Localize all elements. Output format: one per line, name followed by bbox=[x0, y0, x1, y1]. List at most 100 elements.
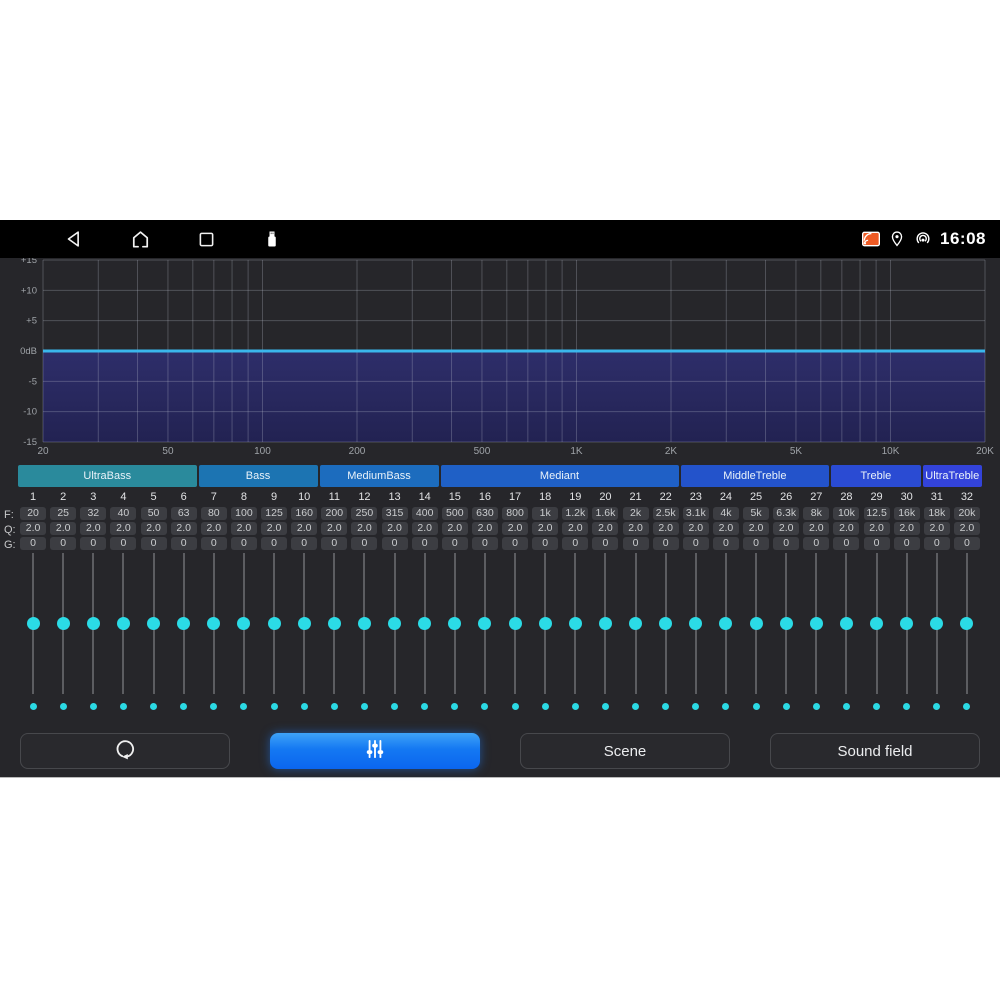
band-indicator-dot[interactable] bbox=[210, 703, 217, 710]
band-indicator-dot[interactable] bbox=[843, 703, 850, 710]
band-indicator-dot[interactable] bbox=[481, 703, 488, 710]
band-indicator-dot[interactable] bbox=[30, 703, 37, 710]
band-indicator-dot[interactable] bbox=[120, 703, 127, 710]
slider-thumb[interactable] bbox=[117, 617, 130, 630]
slider-thumb[interactable] bbox=[478, 617, 491, 630]
gain-slider[interactable] bbox=[229, 553, 259, 694]
slider-thumb[interactable] bbox=[569, 617, 582, 630]
band-indicator-dot[interactable] bbox=[451, 703, 458, 710]
band-group-bass[interactable]: Bass bbox=[199, 465, 318, 487]
gain-slider[interactable] bbox=[410, 553, 440, 694]
gain-slider[interactable] bbox=[440, 553, 470, 694]
gain-slider[interactable] bbox=[199, 553, 229, 694]
back-icon[interactable] bbox=[62, 227, 86, 251]
band-indicator-dot[interactable] bbox=[361, 703, 368, 710]
gain-slider[interactable] bbox=[831, 553, 861, 694]
band-indicator-dot[interactable] bbox=[301, 703, 308, 710]
band-group-treble[interactable]: Treble bbox=[831, 465, 920, 487]
gain-slider[interactable] bbox=[470, 553, 500, 694]
slider-thumb[interactable] bbox=[719, 617, 732, 630]
band-indicator-dot[interactable] bbox=[783, 703, 790, 710]
gain-slider[interactable] bbox=[18, 553, 48, 694]
band-indicator-dot[interactable] bbox=[421, 703, 428, 710]
band-indicator-dot[interactable] bbox=[180, 703, 187, 710]
gain-slider[interactable] bbox=[380, 553, 410, 694]
slider-thumb[interactable] bbox=[870, 617, 883, 630]
gain-slider[interactable] bbox=[621, 553, 651, 694]
slider-thumb[interactable] bbox=[418, 617, 431, 630]
slider-thumb[interactable] bbox=[780, 617, 793, 630]
slider-thumb[interactable] bbox=[448, 617, 461, 630]
slider-thumb[interactable] bbox=[147, 617, 160, 630]
slider-thumb[interactable] bbox=[57, 617, 70, 630]
band-indicator-dot[interactable] bbox=[572, 703, 579, 710]
gain-slider[interactable] bbox=[319, 553, 349, 694]
slider-thumb[interactable] bbox=[539, 617, 552, 630]
gain-slider[interactable] bbox=[771, 553, 801, 694]
band-indicator-dot[interactable] bbox=[632, 703, 639, 710]
scene-button[interactable]: Scene bbox=[520, 733, 730, 769]
equalizer-button[interactable] bbox=[270, 733, 480, 769]
gain-slider[interactable] bbox=[741, 553, 771, 694]
slider-thumb[interactable] bbox=[840, 617, 853, 630]
band-indicator-dot[interactable] bbox=[542, 703, 549, 710]
gain-slider[interactable] bbox=[862, 553, 892, 694]
recents-icon[interactable] bbox=[194, 227, 218, 251]
slider-thumb[interactable] bbox=[629, 617, 642, 630]
band-indicator-dot[interactable] bbox=[271, 703, 278, 710]
band-indicator-dot[interactable] bbox=[662, 703, 669, 710]
slider-thumb[interactable] bbox=[328, 617, 341, 630]
gain-slider[interactable] bbox=[500, 553, 530, 694]
band-indicator-dot[interactable] bbox=[60, 703, 67, 710]
gain-slider[interactable] bbox=[530, 553, 560, 694]
gain-slider[interactable] bbox=[801, 553, 831, 694]
slider-thumb[interactable] bbox=[207, 617, 220, 630]
band-indicator-dot[interactable] bbox=[813, 703, 820, 710]
band-indicator-dot[interactable] bbox=[90, 703, 97, 710]
gain-slider[interactable] bbox=[139, 553, 169, 694]
slider-thumb[interactable] bbox=[358, 617, 371, 630]
band-group-ultrabass[interactable]: UltraBass bbox=[18, 465, 197, 487]
slider-thumb[interactable] bbox=[237, 617, 250, 630]
slider-thumb[interactable] bbox=[298, 617, 311, 630]
slider-thumb[interactable] bbox=[509, 617, 522, 630]
gain-slider[interactable] bbox=[952, 553, 982, 694]
slider-thumb[interactable] bbox=[27, 617, 40, 630]
band-indicator-dot[interactable] bbox=[391, 703, 398, 710]
gain-slider[interactable] bbox=[560, 553, 590, 694]
slider-thumb[interactable] bbox=[87, 617, 100, 630]
gain-slider[interactable] bbox=[651, 553, 681, 694]
sound-field-button[interactable]: Sound field bbox=[770, 733, 980, 769]
band-indicator-dot[interactable] bbox=[873, 703, 880, 710]
slider-thumb[interactable] bbox=[388, 617, 401, 630]
gain-slider[interactable] bbox=[48, 553, 78, 694]
slider-thumb[interactable] bbox=[810, 617, 823, 630]
gain-slider[interactable] bbox=[259, 553, 289, 694]
slider-thumb[interactable] bbox=[689, 617, 702, 630]
gain-slider[interactable] bbox=[349, 553, 379, 694]
band-indicator-dot[interactable] bbox=[602, 703, 609, 710]
band-indicator-dot[interactable] bbox=[933, 703, 940, 710]
band-indicator-dot[interactable] bbox=[150, 703, 157, 710]
gain-slider[interactable] bbox=[922, 553, 952, 694]
slider-thumb[interactable] bbox=[930, 617, 943, 630]
band-indicator-dot[interactable] bbox=[692, 703, 699, 710]
band-group-mediumbass[interactable]: MediumBass bbox=[320, 465, 439, 487]
gain-slider[interactable] bbox=[892, 553, 922, 694]
slider-thumb[interactable] bbox=[750, 617, 763, 630]
band-indicator-dot[interactable] bbox=[963, 703, 970, 710]
home-icon[interactable] bbox=[128, 227, 152, 251]
slider-thumb[interactable] bbox=[177, 617, 190, 630]
band-indicator-dot[interactable] bbox=[722, 703, 729, 710]
gain-slider[interactable] bbox=[681, 553, 711, 694]
band-indicator-dot[interactable] bbox=[903, 703, 910, 710]
gain-slider[interactable] bbox=[711, 553, 741, 694]
reset-button[interactable] bbox=[20, 733, 230, 769]
slider-thumb[interactable] bbox=[960, 617, 973, 630]
slider-thumb[interactable] bbox=[268, 617, 281, 630]
band-indicator-dot[interactable] bbox=[753, 703, 760, 710]
gain-slider[interactable] bbox=[289, 553, 319, 694]
band-indicator-dot[interactable] bbox=[240, 703, 247, 710]
gain-slider[interactable] bbox=[78, 553, 108, 694]
gain-slider[interactable] bbox=[108, 553, 138, 694]
